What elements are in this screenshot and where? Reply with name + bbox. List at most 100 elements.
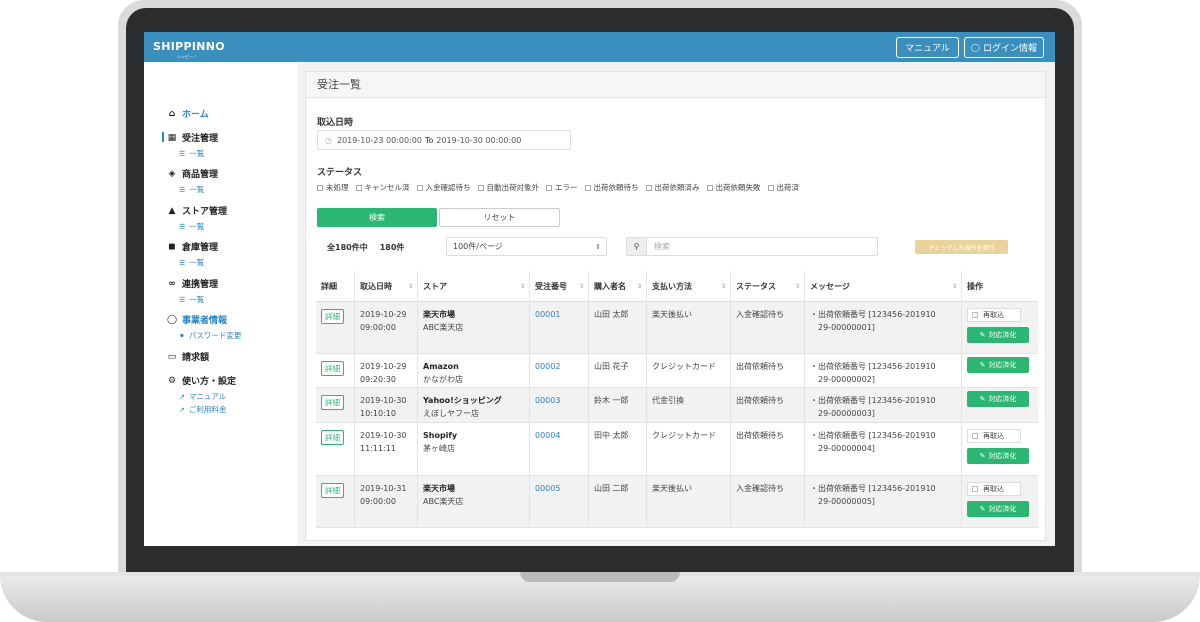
column-header: 詳細 xyxy=(316,271,355,302)
per-page-select[interactable]: 100件/ページ ⇕ xyxy=(446,237,607,256)
detail-button[interactable]: 詳細 xyxy=(321,483,344,498)
order-number-link[interactable]: 00002 xyxy=(535,362,560,371)
user-icon: ◯ xyxy=(971,43,980,52)
column-header[interactable]: ステータス ⇕ xyxy=(731,271,805,302)
column-header: 操作 xyxy=(967,282,983,291)
table-row: 詳細 2019-10-31 09:00:00 楽天市場 ABC楽天店 00005 山… xyxy=(316,476,1038,528)
edit-icon: ✎ xyxy=(979,451,986,460)
active-marker xyxy=(162,132,164,142)
status-checkbox[interactable]: 自動出荷対象外 xyxy=(477,182,539,193)
status-checkbox[interactable]: エラー xyxy=(546,182,578,193)
orders-panel: 受注一覧 取込日時 ◷ 2019-10-23 00:00:00 To 2019-… xyxy=(305,71,1046,541)
detail-button[interactable]: 詳細 xyxy=(321,395,344,410)
search-icon: ⚲ xyxy=(627,238,647,255)
sidebar-item-warehouse[interactable]: ◼ 倉庫管理 xyxy=(166,240,218,254)
sidebar-item-home[interactable]: ⌂ ホーム xyxy=(166,107,209,121)
status-checkbox[interactable]: 出荷済 xyxy=(767,182,799,193)
truck-icon: ◼ xyxy=(168,241,176,252)
logo-subtitle: シッピーノ xyxy=(177,54,197,59)
sidebar-item-orders[interactable]: ▦ 受注管理 xyxy=(166,131,218,145)
reset-button[interactable]: リセット xyxy=(439,208,560,227)
list-icon: ☰ xyxy=(179,185,186,194)
select-arrows-icon: ⇕ xyxy=(595,242,601,251)
sidebar: ⌂ ホーム ▦ 受注管理 ☰ 一覧 ◈ 商品管理 ☰ 一覧 ▲ ストア管理 ☰ … xyxy=(144,62,297,546)
sidebar-item-pricing[interactable]: ↗ ご利用料金 xyxy=(179,404,226,415)
mark-done-button[interactable]: ✎ 対応済化 xyxy=(967,391,1029,407)
mark-done-button[interactable]: ✎ 対応済化 xyxy=(967,357,1029,373)
gear-icon: ⚙ xyxy=(167,375,177,386)
order-number-link[interactable]: 00004 xyxy=(535,431,560,440)
status-checkbox[interactable]: 出荷依頼待ち xyxy=(584,182,639,193)
sidebar-item-integration-list[interactable]: ☰ 一覧 xyxy=(179,294,204,305)
sidebar-item-settings[interactable]: ⚙ 使い方・設定 xyxy=(166,374,236,388)
mark-done-button[interactable]: ✎ 対応済化 xyxy=(967,501,1029,517)
table-row: 詳細 2019-10-30 11:11:11 Shopify 茅ヶ崎店 00004 … xyxy=(316,423,1038,476)
column-header[interactable]: 取込日時 ⇕ xyxy=(355,271,418,302)
bulk-action-button[interactable]: チェックした操作を実行 xyxy=(915,240,1008,254)
status-checkbox[interactable]: キャンセル済 xyxy=(355,182,410,193)
list-icon: ☰ xyxy=(179,149,186,158)
search-button[interactable]: 検索 xyxy=(317,208,437,227)
order-number-link[interactable]: 00003 xyxy=(535,396,560,405)
laptop-mockup: SHIPPINNO シッピーノ マニュアル ◯ ログイン情報 ⌂ ホーム ▦ 受… xyxy=(0,0,1200,622)
sidebar-item-orders-list[interactable]: ☰ 一覧 xyxy=(179,148,204,159)
credit-card-icon: ▭ xyxy=(167,351,177,362)
home-icon: ⌂ xyxy=(168,108,176,119)
user-icon: ◯ xyxy=(166,314,178,325)
column-header[interactable]: 受注番号 ⇕ xyxy=(530,271,589,302)
sidebar-item-password[interactable]: ⚫ パスワード変更 xyxy=(179,330,241,341)
external-link-icon: ↗ xyxy=(179,405,185,414)
sidebar-item-billing[interactable]: ▭ 請求額 xyxy=(166,350,209,364)
detail-button[interactable]: 詳細 xyxy=(321,361,344,376)
mark-done-button[interactable]: ✎ 対応済化 xyxy=(967,448,1029,464)
edit-icon: ✎ xyxy=(979,504,986,513)
column-header[interactable]: 支払い方法 ⇕ xyxy=(647,271,731,302)
list-alt-icon: ▦ xyxy=(167,132,177,143)
list-icon: ☰ xyxy=(179,258,186,267)
status-checkbox[interactable]: 未処理 xyxy=(317,182,349,193)
login-info-label: ログイン情報 xyxy=(982,44,1037,54)
column-header[interactable]: 購入者名 ⇕ xyxy=(589,271,647,302)
mark-done-button[interactable]: ✎ 対応済化 xyxy=(967,327,1029,343)
sidebar-item-business[interactable]: ◯ 事業者情報 xyxy=(166,313,227,327)
link-icon: ∞ xyxy=(168,278,176,289)
login-info-button[interactable]: ◯ ログイン情報 xyxy=(964,37,1044,58)
external-link-icon: ↗ xyxy=(179,392,185,401)
laptop-notch xyxy=(520,572,680,582)
table-row: 詳細 2019-10-29 09:20:30 Amazon かながわ店 00002 … xyxy=(316,354,1038,388)
manual-button[interactable]: マニュアル xyxy=(896,37,959,58)
sidebar-item-warehouse-list[interactable]: ☰ 一覧 xyxy=(179,257,204,268)
sidebar-item-stores-list[interactable]: ☰ 一覧 xyxy=(179,221,204,232)
sidebar-item-manual[interactable]: ↗ マニュアル xyxy=(179,391,226,402)
status-label: ステータス xyxy=(317,168,363,178)
status-checkbox[interactable]: 出荷依頼済み xyxy=(645,182,700,193)
detail-button[interactable]: 詳細 xyxy=(321,430,344,445)
sidebar-item-integration[interactable]: ∞ 連携管理 xyxy=(166,277,218,291)
edit-icon: ✎ xyxy=(979,394,986,403)
list-icon: ☰ xyxy=(179,222,186,231)
reimport-checkbox[interactable]: 再取込 xyxy=(967,429,1021,443)
cart-icon: ▲ xyxy=(168,205,176,216)
order-number-link[interactable]: 00001 xyxy=(535,310,560,319)
edit-icon: ✎ xyxy=(979,330,986,339)
status-checkbox[interactable]: 出荷依頼失敗 xyxy=(706,182,761,193)
list-icon: ☰ xyxy=(179,295,186,304)
logo[interactable]: SHIPPINNO xyxy=(153,40,225,53)
column-header[interactable]: メッセージ ⇕ xyxy=(805,271,962,302)
app-screen: SHIPPINNO シッピーノ マニュアル ◯ ログイン情報 ⌂ ホーム ▦ 受… xyxy=(144,32,1055,546)
date-range-input[interactable]: ◷ 2019-10-23 00:00:00 To 2019-10-30 00:0… xyxy=(317,130,571,150)
sidebar-item-products[interactable]: ◈ 商品管理 xyxy=(166,167,218,181)
status-checkbox[interactable]: 入金確認待ち xyxy=(416,182,471,193)
search-input[interactable]: ⚲ 検索 xyxy=(626,237,878,256)
reimport-checkbox[interactable]: 再取込 xyxy=(967,482,1021,496)
sidebar-item-products-list[interactable]: ☰ 一覧 xyxy=(179,184,204,195)
status-filters: 未処理 キャンセル済 入金確認待ち 自動出荷対象外 エラー 出荷依頼待ち 出荷依… xyxy=(317,182,1037,193)
column-header[interactable]: ストア ⇕ xyxy=(418,271,530,302)
detail-button[interactable]: 詳細 xyxy=(321,309,344,324)
order-number-link[interactable]: 00005 xyxy=(535,484,560,493)
sidebar-item-stores[interactable]: ▲ ストア管理 xyxy=(166,204,227,218)
result-count: 全180件中 180件 xyxy=(327,243,405,252)
page-title: 受注一覧 xyxy=(306,72,1045,98)
reimport-checkbox[interactable]: 再取込 xyxy=(967,308,1021,322)
diamond-icon: ◈ xyxy=(168,168,176,179)
